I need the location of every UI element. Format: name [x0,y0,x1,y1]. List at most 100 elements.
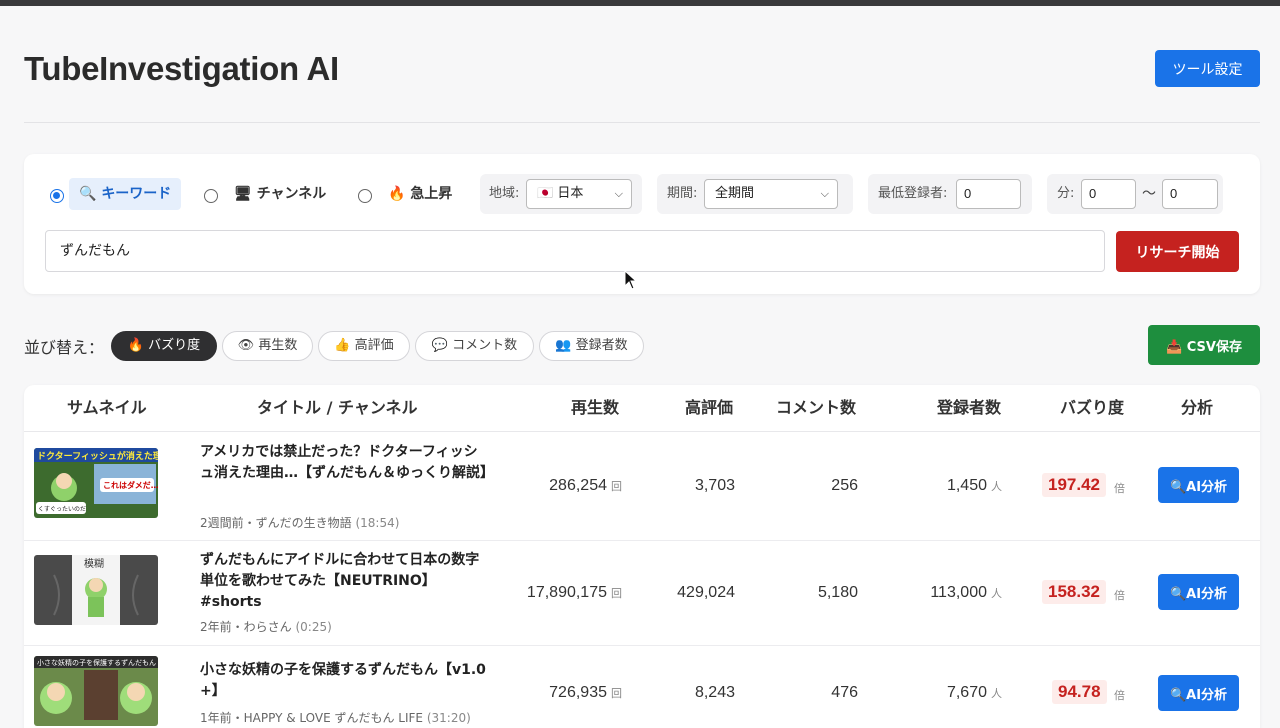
duration-separator: 〜 [1142,186,1156,202]
mode-channel-label[interactable]: 🖥 チャンネル [234,178,326,210]
video-thumbnail[interactable]: 小さな妖精の子を保護するずんだもん [34,656,158,726]
tool-settings-button[interactable]: ツール設定 [1155,50,1260,87]
header-buzz: バズり度 [1060,398,1125,417]
comments-value: 476 [831,684,858,701]
sort-likes-text: 高評価 [354,338,394,353]
search-icon: 🔍 [79,186,97,202]
start-research-button[interactable]: リサーチ開始 [1116,231,1239,272]
video-title[interactable]: 小さな妖精の子を保護するずんだもん【v1.0 +】 [200,660,490,702]
video-thumbnail[interactable]: ドクターフィッシュが消えた理由 これはダメだ… くすぐったいのだ [34,448,158,518]
period-select[interactable]: 全期間 ⌵ [704,179,838,209]
buzz-score-badge: 94.78 [1052,680,1107,704]
period-filter: 期間: 全期間 ⌵ [657,174,853,214]
region-label: 地域: [489,186,520,201]
min-subscribers-label: 最低登録者: [878,186,948,201]
views-value: 17,890,175 回 [527,584,622,602]
buzz-score-badge: 158.32 [1042,580,1106,604]
views-number: 286,254 [549,477,607,494]
mode-trending-radio[interactable] [358,189,372,203]
thumbs-up-icon: 👍 [334,338,351,353]
video-duration: (31:20) [426,711,471,725]
views-number: 726,935 [549,684,607,701]
video-title[interactable]: アメリカでは禁止だった？ドクターフィッシュ消えた理由…【ずんだもん＆ゆっくり解説… [200,442,494,484]
search-icon: 🔍 [1169,479,1187,495]
mode-trending-label[interactable]: 🔥 急上昇 [388,178,452,210]
app-title: TubeInvestigation AI [24,50,339,87]
search-panel: 🔍 キーワード 🖥 チャンネル 🔥 急上昇 地域: 🇯🇵 日本 ⌵ 期間: 全期… [24,154,1260,294]
region-value: 日本 [557,186,584,201]
eye-icon: 👁 [237,338,255,353]
mouse-cursor-icon [624,270,638,290]
fire-icon: 🔥 [127,338,145,353]
ai-analysis-button[interactable]: 🔍AI分析 [1158,675,1239,711]
download-tray-icon: 📥 [1166,339,1183,355]
ai-analysis-text: AI分析 [1186,687,1228,703]
subscribers-value: 1,450 人 [947,477,1002,495]
mode-keyword-text: キーワード [101,186,172,202]
likes-value: 8,243 [694,684,735,701]
likes-value: 429,024 [677,584,735,601]
table-row: ドクターフィッシュが消えた理由 これはダメだ… くすぐったいのだ アメリカでは禁… [24,432,1260,540]
header-subscribers: 登録者数 [937,398,1002,417]
duration-max-input[interactable]: 0 [1162,179,1218,209]
svg-text:これはダメだ…: これはダメだ… [103,480,158,490]
comments-value: 256 [831,477,858,494]
svg-text:小さな妖精の子を保護するずんだもん: 小さな妖精の子を保護するずんだもん [37,658,156,667]
views-unit: 回 [611,587,622,600]
video-title[interactable]: ずんだもんにアイドルに合わせて日本の数字単位を歌わせてみた【NEUTRINO】#… [200,550,490,613]
sort-views-text: 再生数 [258,338,298,353]
likes-value: 3,703 [694,477,735,494]
ai-analysis-text: AI分析 [1186,586,1228,602]
subscribers-number: 113,000 [930,584,987,601]
mode-channel-text: チャンネル [256,186,327,202]
video-duration: (0:25) [295,620,332,634]
views-value: 726,935 回 [549,684,622,702]
ai-analysis-button[interactable]: 🔍AI分析 [1158,467,1239,503]
video-meta-text: 2週間前・ずんだの生き物語 [200,516,352,530]
sort-buzz-pill[interactable]: 🔥 バズり度 [111,331,217,361]
mode-trending-text: 急上昇 [410,186,453,202]
sort-likes-pill[interactable]: 👍 高評価 [318,331,410,361]
period-value: 全期間 [715,186,755,201]
sort-subscribers-pill[interactable]: 👥 登録者数 [539,331,644,361]
region-select[interactable]: 🇯🇵 日本 ⌵ [526,179,632,209]
video-thumbnail[interactable]: 模糊 [34,555,158,625]
subscribers-unit: 人 [991,687,1002,700]
video-meta-text: 1年前・HAPPY & LOVE ずんだもん LIFE [200,711,424,725]
ai-analysis-button[interactable]: 🔍AI分析 [1158,574,1239,610]
duration-filter: 分: 0 〜 0 [1047,174,1223,214]
csv-save-text: CSV保存 [1186,339,1242,355]
ai-analysis-text: AI分析 [1186,479,1228,495]
header-analysis: 分析 [1181,398,1214,417]
min-subscribers-filter: 最低登録者: 0 [868,174,1032,214]
speech-bubble-icon: 💬 [431,338,449,353]
video-duration: (18:54) [355,516,400,530]
views-unit: 回 [611,687,622,700]
header-likes: 高評価 [685,398,734,417]
header-thumbnail: サムネイル [67,398,147,417]
views-number: 17,890,175 [526,584,607,601]
sort-views-pill[interactable]: 👁 再生数 [222,331,313,361]
mode-keyword-label[interactable]: 🔍 キーワード [69,178,182,210]
results-table: サムネイル タイトル / チャンネル 再生数 高評価 コメント数 登録者数 バズ… [24,385,1260,728]
monitor-icon: 🖥 [234,186,252,202]
subscribers-unit: 人 [991,480,1002,493]
keyword-search-input[interactable]: ずんだもん [45,230,1105,272]
window-top-bar [0,0,1280,6]
subscribers-number: 1,450 [946,477,987,494]
video-meta: 1年前・HAPPY & LOVE ずんだもん LIFE (31:20) [200,709,471,726]
mode-keyword-radio[interactable] [50,189,64,203]
sort-comments-pill[interactable]: 💬 コメント数 [415,331,534,361]
mode-channel-radio[interactable] [204,189,218,203]
sort-subscribers-text: 登録者数 [575,338,628,353]
search-icon: 🔍 [1169,687,1187,703]
views-value: 286,254 回 [549,477,622,495]
min-subscribers-input[interactable]: 0 [956,179,1021,209]
subscribers-unit: 人 [991,587,1002,600]
svg-text:模糊: 模糊 [84,557,104,570]
sort-comments-text: コメント数 [452,338,518,353]
views-unit: 回 [611,480,622,493]
header-comments: コメント数 [776,398,857,417]
csv-save-button[interactable]: 📥 CSV保存 [1148,325,1260,365]
duration-min-input[interactable]: 0 [1081,179,1136,209]
